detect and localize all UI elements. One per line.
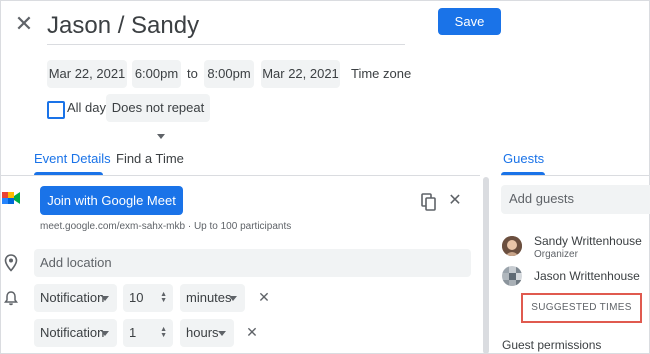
- guest-name: Jason Writtenhouse: [534, 269, 640, 283]
- notification-type-select[interactable]: Notification: [34, 319, 117, 347]
- end-time-field[interactable]: 8:00pm: [204, 60, 254, 88]
- location-input[interactable]: Add location: [34, 249, 471, 277]
- notification-unit-select[interactable]: minutes: [180, 284, 245, 312]
- notification-amount-value: 10: [129, 290, 144, 305]
- save-button[interactable]: Save: [438, 8, 501, 35]
- chevron-down-icon: [101, 331, 109, 336]
- notification-unit-select[interactable]: hours: [180, 319, 234, 347]
- remove-notification-icon[interactable]: ✕: [245, 324, 259, 340]
- suggested-times-button[interactable]: SUGGESTED TIMES: [521, 293, 642, 323]
- scrollbar[interactable]: [483, 177, 489, 354]
- chevron-down-icon: [218, 331, 226, 336]
- add-guests-placeholder: Add guests: [509, 191, 575, 206]
- notification-amount-value: 1: [129, 325, 137, 340]
- chevron-down-icon: [229, 296, 237, 301]
- event-title-input[interactable]: Jason / Sandy: [47, 10, 405, 44]
- avatar: [502, 266, 522, 286]
- avatar: [502, 236, 522, 256]
- guest-permissions-label: Guest permissions: [502, 338, 602, 352]
- remove-notification-icon[interactable]: ✕: [257, 289, 271, 305]
- meet-link-text[interactable]: meet.google.com/exm-sahx-mkb · Up to 100…: [40, 220, 291, 234]
- notification-type-value: Notification: [40, 325, 105, 340]
- location-placeholder: Add location: [40, 255, 112, 270]
- copy-icon[interactable]: [421, 193, 437, 211]
- start-date-field[interactable]: Mar 22, 2021: [47, 60, 127, 88]
- notification-type-value: Notification: [40, 290, 105, 305]
- title-underline: [47, 44, 405, 45]
- guest-name: Sandy Writtenhouse: [534, 234, 642, 248]
- notification-type-select[interactable]: Notification: [34, 284, 117, 312]
- notification-amount-input[interactable]: 1 ▲ ▼: [123, 319, 173, 347]
- close-icon[interactable]: ✕: [12, 12, 36, 36]
- all-day-checkbox[interactable]: [47, 101, 65, 119]
- add-guests-input[interactable]: Add guests: [501, 185, 650, 214]
- join-meet-button[interactable]: Join with Google Meet: [40, 186, 183, 215]
- repeat-value: Does not repeat: [111, 100, 205, 115]
- notification-amount-input[interactable]: 10 ▲ ▼: [123, 284, 173, 312]
- notification-unit-value: minutes: [186, 290, 232, 305]
- stepper-icon[interactable]: ▲ ▼: [160, 326, 167, 339]
- to-label: to: [187, 66, 198, 81]
- location-pin-icon: [4, 254, 18, 272]
- notification-unit-value: hours: [186, 325, 219, 340]
- chevron-down-icon: [101, 296, 109, 301]
- tab-find-a-time[interactable]: Find a Time: [116, 149, 184, 169]
- stepper-icon[interactable]: ▲ ▼: [160, 291, 167, 304]
- repeat-dropdown[interactable]: Does not repeat: [106, 94, 210, 140]
- guests-divider: [501, 175, 650, 176]
- chevron-down-icon: [157, 134, 165, 140]
- timezone-link[interactable]: Time zone: [351, 60, 411, 88]
- start-time-field[interactable]: 6:00pm: [132, 60, 181, 88]
- google-meet-icon: [2, 190, 20, 206]
- tabs-divider: [0, 175, 480, 176]
- bell-icon: [4, 290, 18, 306]
- all-day-label: All day: [67, 100, 107, 115]
- tab-event-details[interactable]: Event Details: [34, 149, 111, 169]
- guest-role: Organizer: [534, 249, 578, 260]
- tab-guests[interactable]: Guests: [503, 149, 544, 169]
- remove-meet-icon[interactable]: ✕: [447, 193, 463, 209]
- end-date-field[interactable]: Mar 22, 2021: [261, 60, 340, 88]
